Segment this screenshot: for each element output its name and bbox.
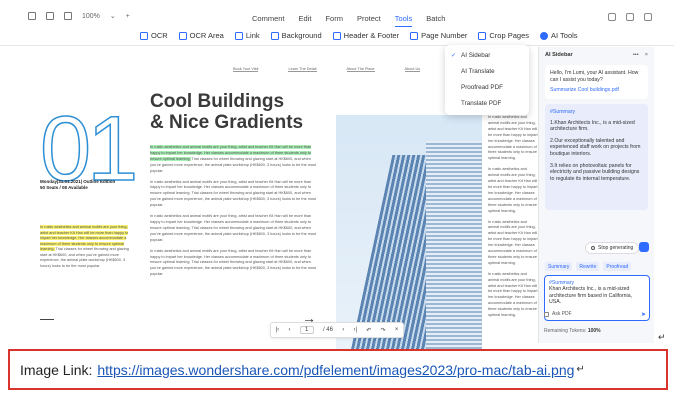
crop-pages-button[interactable]: Crop Pages bbox=[478, 31, 529, 40]
tools-ribbon: OCR OCR Area Link Background Header & Fo… bbox=[140, 31, 578, 40]
close-sidebar-icon[interactable]: × bbox=[645, 52, 648, 58]
prev-page-icon[interactable]: ‹ bbox=[288, 327, 290, 333]
ask-pdf-toggle[interactable]: Ask PDF bbox=[544, 311, 572, 317]
nav-link[interactable]: Learn The Detail bbox=[288, 67, 317, 72]
ai-sidebar: AI Sidebar ••• × Hello, I'm Lumi, your A… bbox=[538, 47, 654, 343]
checkbox-icon bbox=[544, 311, 549, 317]
divider bbox=[40, 319, 54, 320]
ocr-area-button[interactable]: OCR Area bbox=[178, 31, 224, 40]
menu-item-proofread[interactable]: Proofread PDF bbox=[445, 80, 529, 96]
page-number-button[interactable]: Page Number bbox=[410, 31, 467, 40]
paragraph: In rustic aesthetics and animal motifs a… bbox=[150, 248, 316, 277]
tab-comment[interactable]: Comment bbox=[252, 14, 285, 27]
tab-tools[interactable]: Tools bbox=[394, 14, 413, 27]
close-icon[interactable]: × bbox=[395, 327, 399, 333]
page-nav: Book Your Visit Learn The Detail About T… bbox=[233, 67, 421, 72]
stop-icon bbox=[591, 246, 595, 250]
check-icon: ✓ bbox=[451, 53, 457, 59]
ocr-area-icon bbox=[178, 31, 187, 40]
page-navigator: |‹ ‹ 1 / 46 › ›| ↶ ↷ × bbox=[270, 322, 404, 338]
ocr-icon bbox=[140, 31, 148, 40]
sidebar-title: AI Sidebar bbox=[545, 52, 573, 58]
paragraph: In rustic aesthetics and animal motifs a… bbox=[150, 179, 316, 208]
link-button[interactable]: Link bbox=[234, 31, 260, 40]
remaining-tokens: Remaining Tokens: 100% bbox=[544, 328, 601, 334]
background-icon bbox=[270, 31, 279, 40]
window-actions bbox=[608, 13, 652, 21]
left-column-text: In rustic aesthetics and animal motifs a… bbox=[40, 225, 129, 268]
nav-link[interactable]: About Us bbox=[404, 67, 421, 72]
summary-response: #Summary 1.Khan Architects Inc., is a mi… bbox=[545, 104, 648, 210]
redo-icon[interactable]: ↷ bbox=[381, 327, 386, 334]
layout-icon[interactable] bbox=[64, 12, 72, 20]
thumbnail-view-icon[interactable] bbox=[46, 12, 54, 20]
assistant-message: Hello, I'm Lumi, your AI assistant. How … bbox=[545, 65, 648, 99]
view-controls: 100% ⌄ + bbox=[28, 12, 130, 20]
image-link-label: Image Link: bbox=[20, 361, 93, 378]
chip-proofread[interactable]: Proofread bbox=[603, 262, 632, 271]
upload-icon[interactable] bbox=[608, 13, 616, 21]
zoom-chevron-icon[interactable]: ⌄ bbox=[110, 12, 116, 20]
return-mark-icon: ↵ bbox=[658, 332, 666, 342]
panel-toggle-icon[interactable] bbox=[644, 13, 652, 21]
undo-icon[interactable]: ↶ bbox=[366, 327, 371, 334]
ai-icon bbox=[540, 31, 548, 40]
link-icon bbox=[234, 31, 243, 40]
middle-column-text: In rustic aesthetics and animal motifs a… bbox=[150, 145, 322, 283]
copy-icon[interactable] bbox=[639, 242, 649, 252]
tab-edit[interactable]: Edit bbox=[299, 14, 312, 27]
nav-link[interactable]: Book Your Visit bbox=[233, 67, 259, 72]
send-icon[interactable]: ➤ bbox=[641, 311, 646, 318]
right-column-text: In rustic aesthetics and animal motifs a… bbox=[488, 115, 538, 318]
share-icon[interactable] bbox=[626, 13, 634, 21]
ai-tools-menu: ✓ AI Sidebar AI Translate Proofread PDF T… bbox=[445, 45, 529, 115]
crop-icon bbox=[478, 31, 487, 40]
menu-item-ai-translate[interactable]: AI Translate bbox=[445, 64, 529, 80]
menu-item-ai-sidebar[interactable]: ✓ AI Sidebar bbox=[445, 48, 529, 64]
page-number-icon bbox=[410, 31, 419, 40]
tab-batch[interactable]: Batch bbox=[426, 14, 445, 27]
return-mark-icon: ↵ bbox=[576, 364, 585, 375]
image-link[interactable]: https://images.wondershare.com/pdfelemen… bbox=[97, 362, 574, 378]
last-page-icon[interactable]: ›| bbox=[353, 327, 357, 333]
tab-protect[interactable]: Protect bbox=[357, 14, 381, 27]
ai-tools-button[interactable]: AI Tools bbox=[540, 31, 578, 40]
page-total: / 46 bbox=[322, 327, 333, 333]
page-input[interactable]: 1 bbox=[299, 326, 314, 334]
header-footer-icon bbox=[332, 31, 341, 40]
top-toolbar: 100% ⌄ + Comment Edit Form Protect Tools… bbox=[0, 0, 674, 46]
nav-link[interactable]: About The Place bbox=[346, 67, 375, 72]
image-link-box: Image Link: https://images.wondershare.c… bbox=[8, 349, 668, 390]
tab-form[interactable]: Form bbox=[325, 14, 343, 27]
event-dateline: Monday|31.01.2021| Outline Edition 50 Se… bbox=[40, 179, 116, 190]
zoom-level[interactable]: 100% bbox=[82, 13, 100, 20]
ocr-button[interactable]: OCR bbox=[140, 31, 168, 40]
paragraph: In rustic aesthetics and animal motifs a… bbox=[150, 214, 316, 242]
quick-actions: Summary Rewrite Proofread bbox=[545, 262, 632, 271]
summarize-link[interactable]: Summarize Cool buildings.pdf bbox=[550, 87, 643, 94]
header-footer-button[interactable]: Header & Footer bbox=[332, 31, 399, 40]
chip-rewrite[interactable]: Rewrite bbox=[576, 262, 600, 271]
next-page-icon[interactable]: › bbox=[342, 327, 344, 333]
sidebar-header: AI Sidebar ••• × bbox=[539, 47, 654, 63]
chip-summary[interactable]: Summary bbox=[545, 262, 573, 271]
page-title: Cool Buildings & Nice Gradients bbox=[150, 91, 304, 133]
menu-item-translate-pdf[interactable]: Translate PDF bbox=[445, 96, 529, 112]
stop-generating-button[interactable]: Stop generating bbox=[585, 242, 640, 254]
first-page-icon[interactable]: |‹ bbox=[276, 327, 280, 333]
main-tabs: Comment Edit Form Protect Tools Batch bbox=[252, 14, 445, 27]
sidebar-toggle-icon[interactable] bbox=[28, 12, 36, 20]
more-icon[interactable]: ••• bbox=[633, 52, 639, 58]
background-button[interactable]: Background bbox=[270, 31, 322, 40]
zoom-in-icon[interactable]: + bbox=[126, 13, 130, 20]
